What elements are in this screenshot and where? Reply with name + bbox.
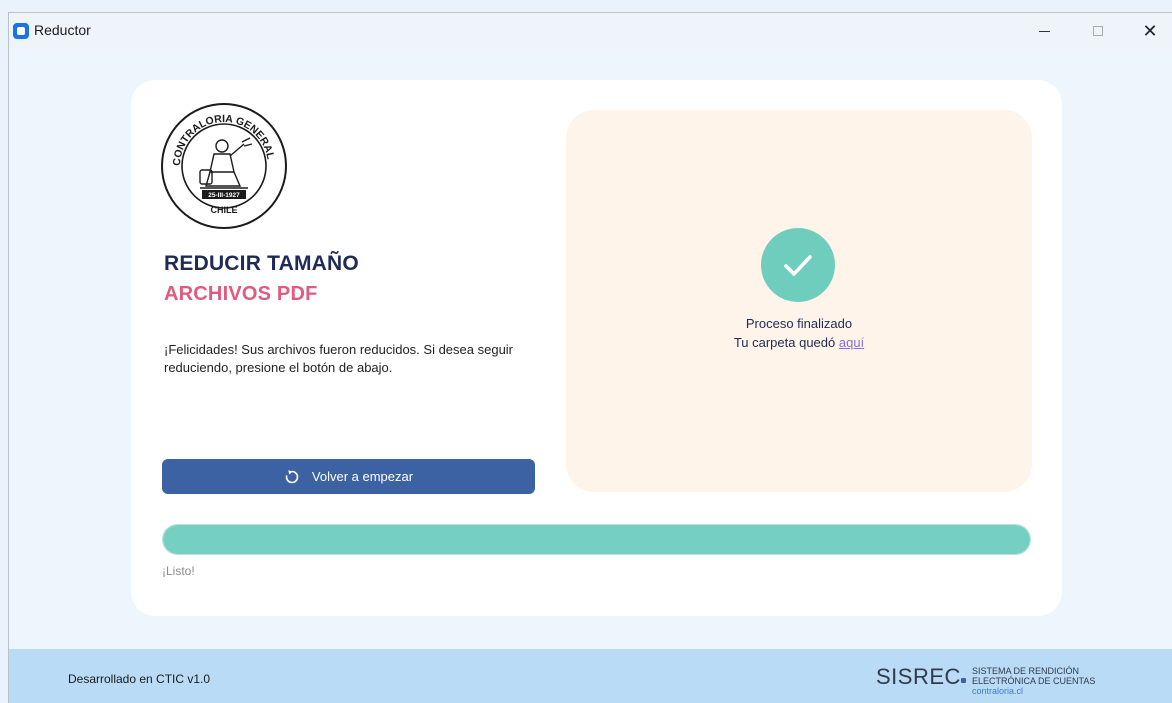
folder-location-prefix: Tu carpeta quedó	[733, 335, 839, 350]
success-message: ¡Felicidades! Sus archivos fueron reduci…	[164, 342, 514, 375]
progress-status-label: ¡Listo!	[162, 564, 195, 578]
progress-bar	[162, 524, 1031, 555]
footer-credit: Desarrollado en CTIC v1.0	[68, 672, 211, 686]
app-icon	[13, 23, 29, 39]
close-button[interactable]: ✕	[1127, 13, 1172, 49]
status-panel: Proceso finalizado Tu carpeta quedó aquí	[566, 110, 1032, 492]
contraloria-seal-logo: CONTRALORIA GENERAL DE LA REPUBLICA 25-I…	[160, 102, 287, 229]
folder-location-text: Tu carpeta quedó aquí	[566, 335, 1032, 350]
maximize-icon	[1093, 26, 1103, 36]
title-bar[interactable]: Reductor ✕	[9, 13, 1172, 49]
success-badge	[761, 228, 835, 302]
window-title: Reductor	[34, 22, 91, 38]
restart-button-label: Volver a empezar	[311, 469, 414, 484]
progress-bar-fill	[163, 525, 1030, 554]
status-title: Proceso finalizado	[745, 316, 853, 331]
open-folder-link[interactable]: aquí	[839, 335, 864, 350]
check-icon	[784, 255, 812, 276]
app-window: Reductor ✕ CONTRALORIA GENERAL DE LA REP…	[8, 12, 1172, 703]
brand-name: SISREC	[876, 664, 961, 689]
seal-country: CHILE	[211, 205, 238, 215]
seal-date: 25-III-1927	[208, 192, 240, 199]
refresh-icon	[285, 469, 299, 483]
footer: Desarrollado en CTIC v1.0 SISREC SISTEMA…	[9, 649, 1172, 703]
brand-tagline-2: ELECTRÓNICA DE CUENTAS	[972, 676, 1096, 686]
brand-tagline-1: SISTEMA DE RENDICIÓN	[972, 666, 1080, 676]
minimize-button[interactable]	[1021, 13, 1067, 49]
minimize-icon	[1038, 30, 1050, 32]
page-title: REDUCIR TAMAÑO	[164, 252, 359, 275]
brand-url: contraloria.cl	[972, 686, 1024, 696]
main-card: CONTRALORIA GENERAL DE LA REPUBLICA 25-I…	[131, 80, 1062, 616]
brand-dot	[961, 678, 966, 683]
restart-button[interactable]: Volver a empezar	[162, 459, 535, 494]
page-subtitle: ARCHIVOS PDF	[164, 283, 318, 305]
maximize-button[interactable]	[1075, 13, 1121, 49]
